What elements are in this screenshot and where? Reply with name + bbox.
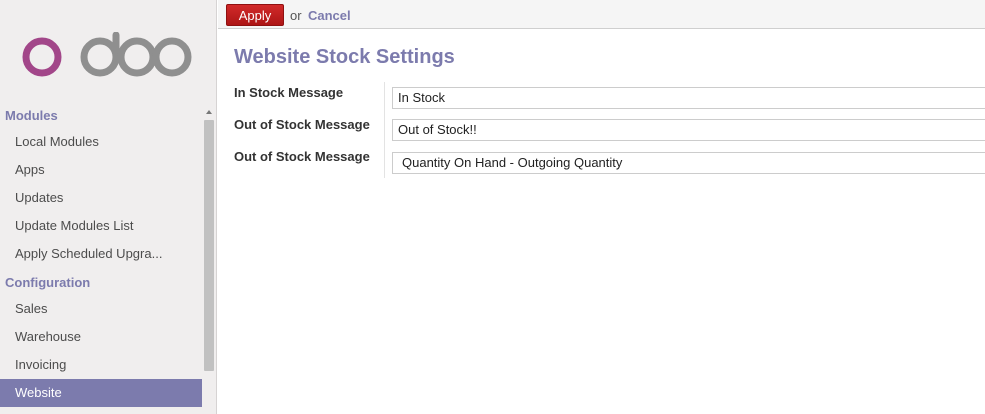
or-text: or [290,8,302,23]
sidebar-item-website[interactable]: Website [0,379,202,407]
sidebar-item-sales[interactable]: Sales [0,295,202,323]
apply-button[interactable]: Apply [226,4,284,26]
form-divider [384,82,385,178]
action-bar: Apply or Cancel [218,0,985,29]
in-stock-message-label: In Stock Message [234,85,344,100]
sidebar-item-apps[interactable]: Apps [0,156,202,184]
scroll-up-arrow-icon[interactable] [206,110,212,114]
sidebar-scrollbar[interactable] [203,108,215,372]
odoo-logo[interactable] [22,32,192,82]
out-of-stock-quantity-select[interactable]: Quantity On Hand - Outgoing Quantity [392,152,985,174]
out-of-stock-quantity-label: Out of Stock Message [234,149,370,164]
sidebar-item-local-modules[interactable]: Local Modules [0,128,202,156]
out-of-stock-message-field[interactable]: Out of Stock!! [392,119,985,141]
sidebar-item-invoicing[interactable]: Invoicing [0,351,202,379]
cancel-link[interactable]: Cancel [308,8,351,23]
in-stock-message-field[interactable]: In Stock [392,87,985,109]
sidebar-item-apply-scheduled-upgrades[interactable]: Apply Scheduled Upgra... [0,240,202,268]
sidebar-item-updates[interactable]: Updates [0,184,202,212]
section-configuration: Configuration [5,275,91,290]
scrollbar-thumb[interactable] [204,120,214,371]
sidebar: Modules Local Modules Apps Updates Updat… [0,0,217,414]
sidebar-item-update-modules-list[interactable]: Update Modules List [0,212,202,240]
sidebar-item-warehouse[interactable]: Warehouse [0,323,202,351]
page-title: Website Stock Settings [234,46,455,68]
section-modules: Modules [5,108,58,123]
sidebar-menu: Modules Local Modules Apps Updates Updat… [0,104,202,407]
out-of-stock-message-label: Out of Stock Message [234,117,370,132]
